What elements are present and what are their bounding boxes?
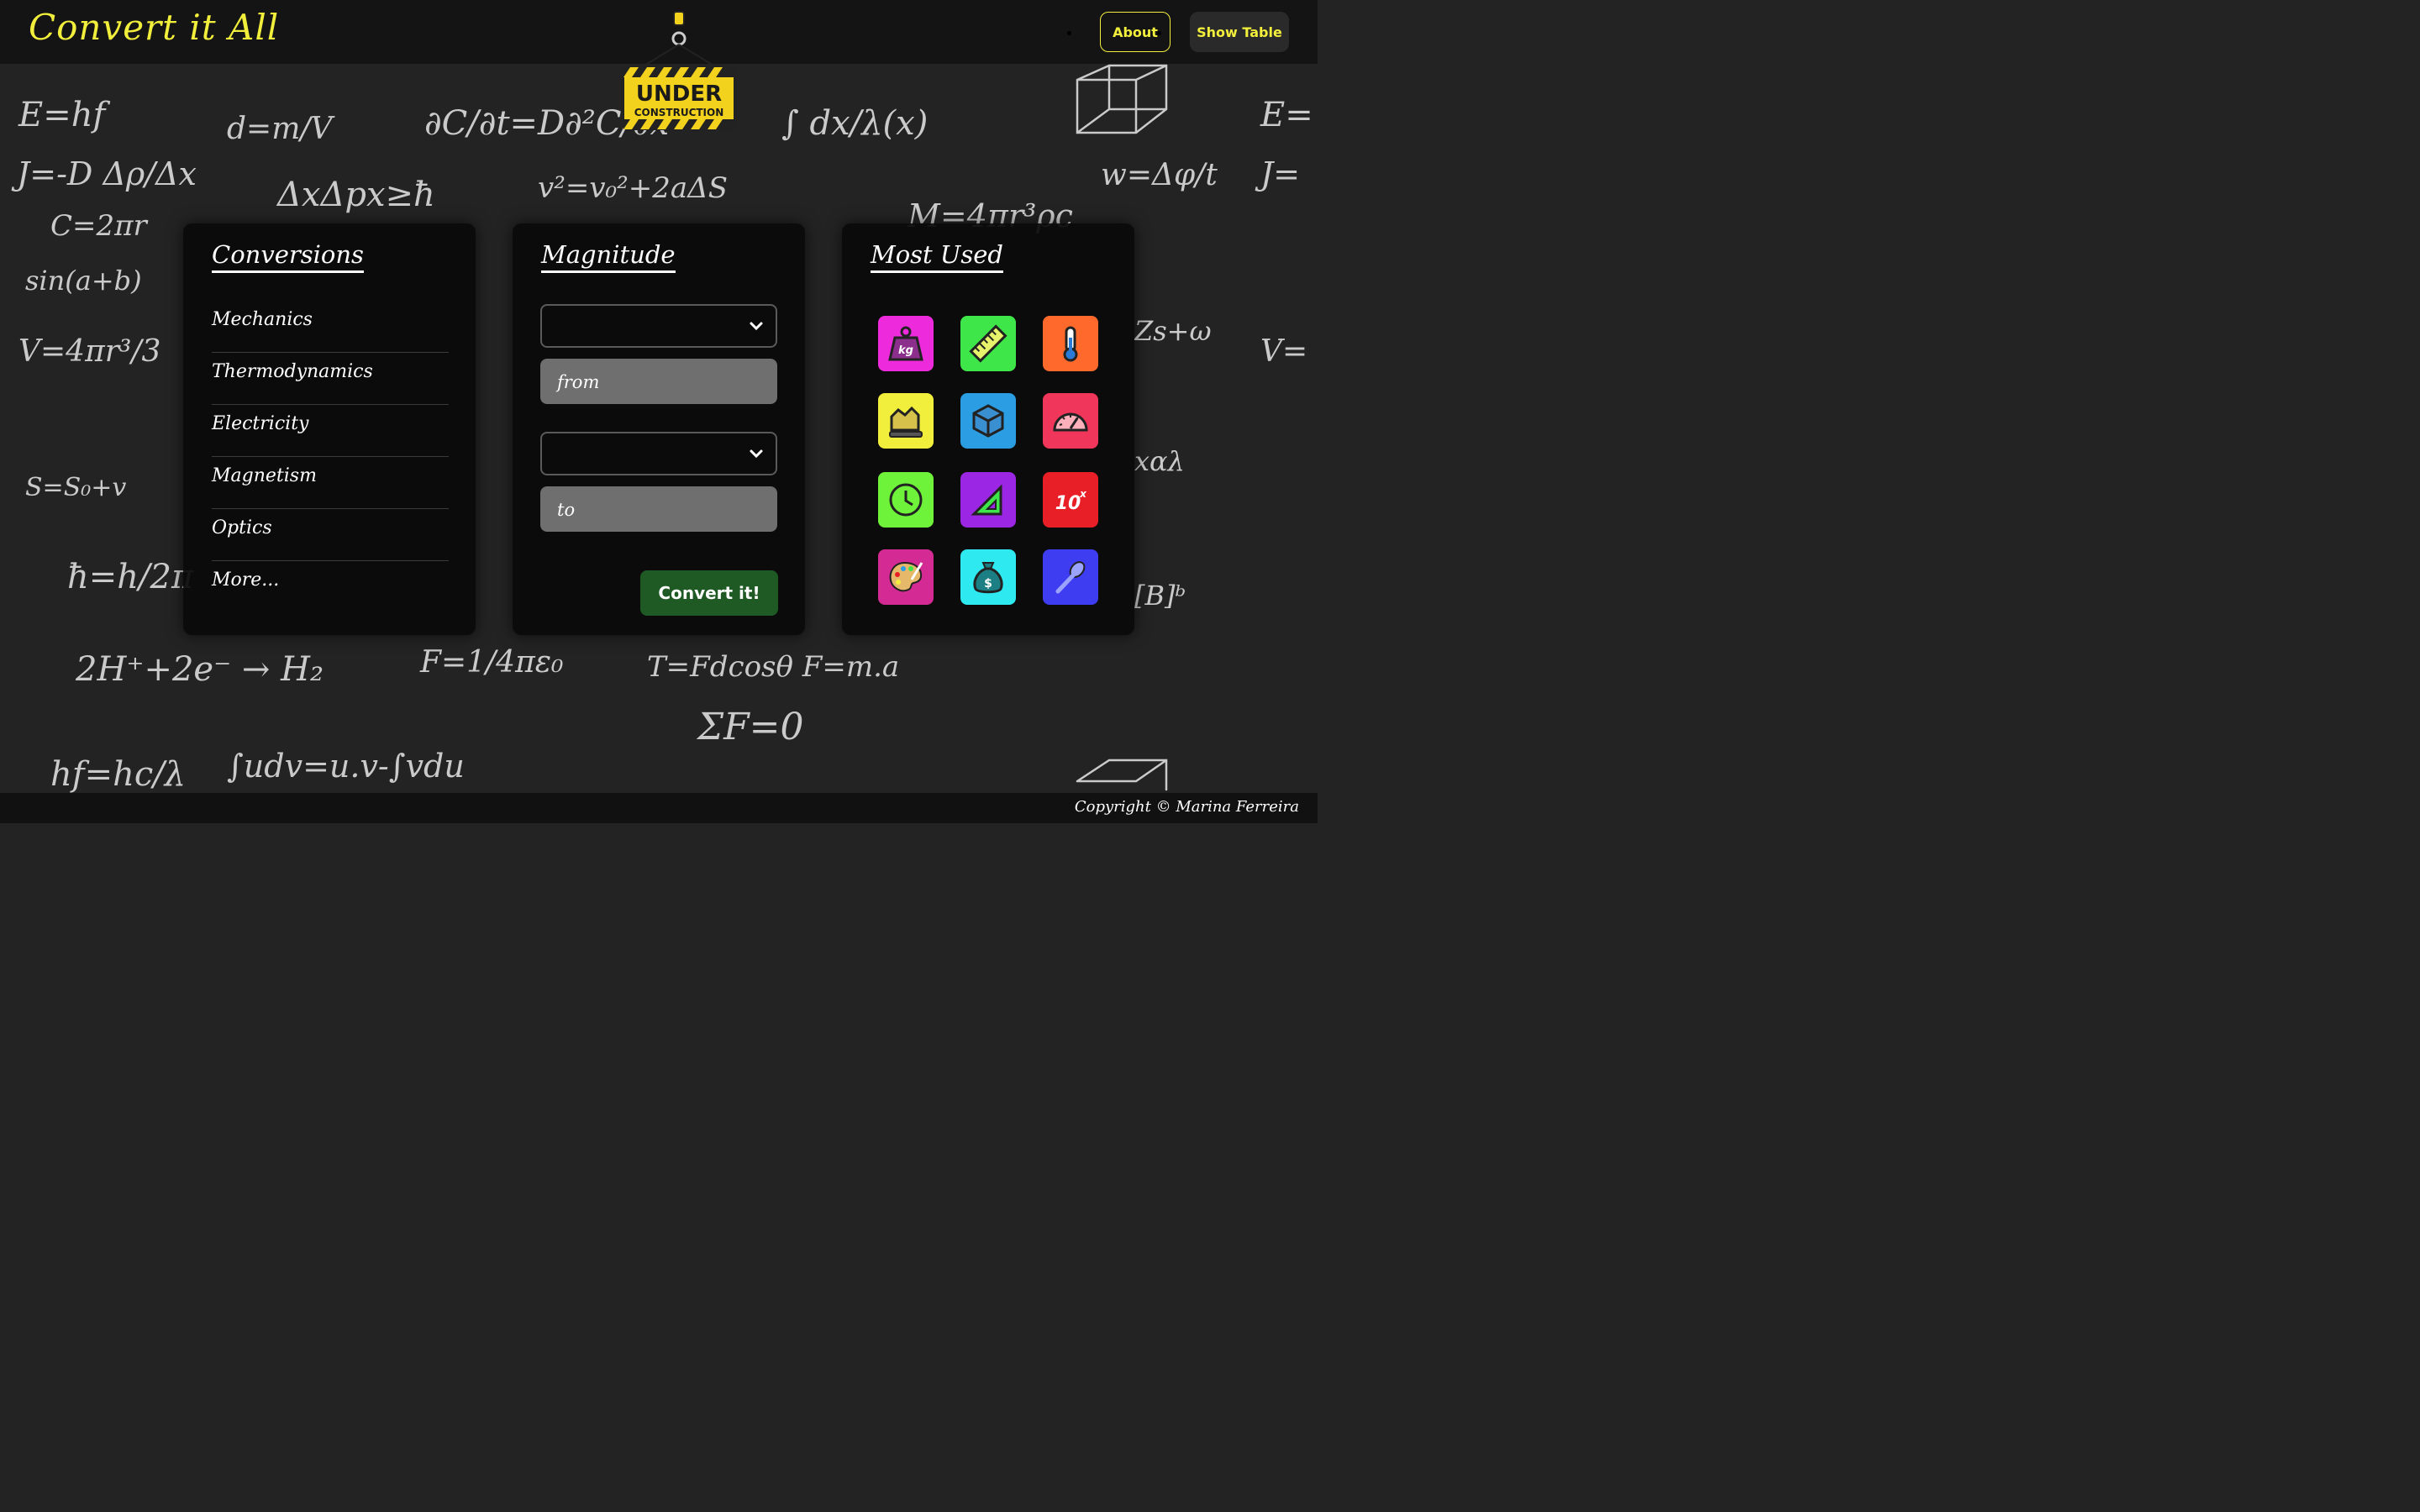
conversion-item-more[interactable]: More...	[212, 561, 449, 613]
convert-button[interactable]: Convert it!	[640, 570, 778, 616]
svg-text:xαλ: xαλ	[1134, 445, 1185, 477]
svg-text:ħ=h/2π: ħ=h/2π	[67, 558, 194, 596]
thermometer-icon	[1063, 326, 1078, 362]
speedometer-icon	[1053, 412, 1088, 432]
time-tile[interactable]	[878, 472, 934, 528]
conversions-card: Conversions Mechanics Thermodynamics Ele…	[183, 223, 476, 635]
decorative-dot	[1067, 31, 1071, 35]
svg-text:C=2πr: C=2πr	[50, 209, 148, 243]
svg-text:V=: V=	[1260, 334, 1307, 369]
most-used-title: Most Used	[871, 240, 1003, 273]
svg-text:x: x	[1079, 488, 1087, 500]
app-title[interactable]: Convert it All	[29, 7, 279, 48]
conversion-item-magnetism[interactable]: Magnetism	[212, 457, 449, 509]
clock-icon	[889, 483, 923, 517]
svg-text:T=Fdcosθ F=m.a: T=Fdcosθ F=m.a	[647, 650, 899, 684]
show-table-button[interactable]: Show Table	[1190, 12, 1289, 52]
speed-tile[interactable]	[1043, 393, 1098, 449]
svg-text:kg: kg	[898, 344, 913, 357]
chevron-down-icon	[750, 449, 763, 459]
conversions-title: Conversions	[212, 240, 364, 273]
svg-text:w=Δφ/t: w=Δφ/t	[1101, 158, 1218, 192]
svg-text:J=: J=	[1255, 155, 1300, 192]
volume-tile[interactable]	[960, 393, 1016, 449]
conversion-item-mechanics[interactable]: Mechanics	[212, 301, 449, 353]
svg-text:sin(a+b): sin(a+b)	[25, 265, 142, 297]
from-unit-select[interactable]	[540, 304, 777, 348]
area-tile[interactable]	[878, 393, 934, 449]
power-of-ten-icon: 10 x	[1055, 488, 1087, 514]
under-construction-sign: UNDER CONSTRUCTION	[622, 0, 736, 134]
color-tile[interactable]	[878, 549, 934, 605]
svg-text:J=-D Δρ/Δx: J=-D Δρ/Δx	[11, 155, 197, 192]
svg-text:E=: E=	[1260, 96, 1313, 134]
palette-icon	[889, 561, 923, 592]
angle-tile[interactable]	[960, 472, 1016, 528]
ruler-icon	[969, 324, 1007, 363]
footer: Copyright © Marina Ferreira	[0, 793, 1318, 823]
currency-tile[interactable]: $	[960, 549, 1016, 605]
svg-text:ΣF=0: ΣF=0	[696, 706, 804, 748]
conversion-item-electricity[interactable]: Electricity	[212, 405, 449, 457]
conversion-item-thermodynamics[interactable]: Thermodynamics	[212, 353, 449, 405]
to-value-output[interactable]: to	[540, 486, 777, 532]
conversion-item-optics[interactable]: Optics	[212, 509, 449, 561]
most-used-card: Most Used kg 10 x $	[842, 223, 1134, 635]
banner-line1: UNDER	[636, 81, 722, 107]
money-bag-icon: $	[973, 562, 1003, 594]
magnitude-title: Magnitude	[541, 240, 676, 273]
length-tile[interactable]	[960, 316, 1016, 371]
cooking-tile[interactable]	[1043, 549, 1098, 605]
svg-text:V=4πr³/3: V=4πr³/3	[18, 334, 160, 369]
svg-text:ΔxΔpx≥ħ: ΔxΔpx≥ħ	[276, 176, 435, 214]
svg-text:∫udv=u.v-∫vdu: ∫udv=u.v-∫vdu	[227, 748, 465, 785]
banner-line2: CONSTRUCTION	[634, 107, 724, 118]
decorative-dot	[1157, 31, 1161, 35]
conversions-list: Mechanics Thermodynamics Electricity Mag…	[212, 301, 449, 613]
svg-text:$: $	[984, 577, 992, 591]
set-square-icon	[971, 484, 1002, 516]
chevron-down-icon	[750, 322, 763, 331]
svg-text:∫ dx/λ(x): ∫ dx/λ(x)	[781, 104, 928, 143]
svg-text:10: 10	[1055, 493, 1081, 514]
from-value-input[interactable]: from	[540, 359, 777, 404]
svg-text:Zs+ω: Zs+ω	[1134, 315, 1212, 347]
svg-text:hf=hc/λ: hf=hc/λ	[50, 755, 186, 794]
spoon-icon	[1055, 561, 1086, 594]
power-of-ten-tile[interactable]: 10 x	[1043, 472, 1098, 528]
to-unit-select[interactable]	[540, 432, 777, 475]
svg-text:E=hf: E=hf	[18, 96, 110, 134]
svg-text:[B]ᵇ: [B]ᵇ	[1134, 580, 1186, 612]
weight-icon: kg	[888, 326, 923, 361]
magnitude-card: Magnitude from to Convert it!	[513, 223, 805, 635]
svg-text:d=m/V: d=m/V	[227, 112, 335, 146]
mass-tile[interactable]: kg	[878, 316, 934, 371]
cube-icon	[972, 404, 1004, 438]
temperature-tile[interactable]	[1043, 316, 1098, 371]
svg-text:F=1/4πε₀: F=1/4πε₀	[419, 645, 564, 680]
area-icon	[889, 406, 923, 438]
svg-text:2H⁺+2e⁻ → H₂: 2H⁺+2e⁻ → H₂	[75, 650, 324, 689]
svg-text:S=S₀+v: S=S₀+v	[25, 473, 126, 502]
svg-text:v²=v₀²+2aΔS: v²=v₀²+2aΔS	[538, 171, 728, 205]
copyright-text: Copyright © Marina Ferreira	[1074, 798, 1299, 816]
